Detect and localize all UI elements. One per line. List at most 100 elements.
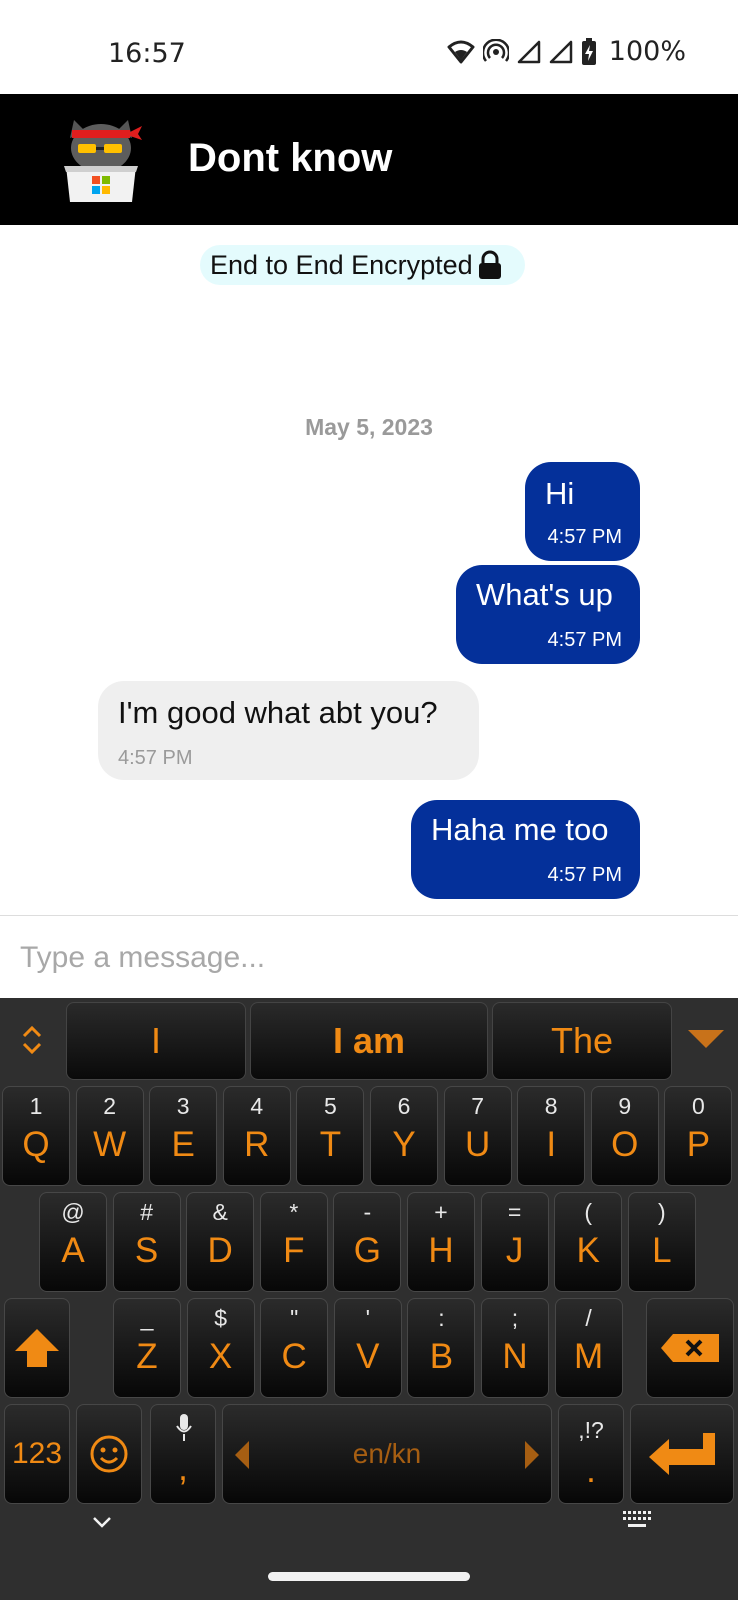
encryption-badge: End to End Encrypted xyxy=(200,245,525,285)
key-secondary-label: @ xyxy=(61,1199,85,1225)
key-primary-label: V xyxy=(356,1337,380,1376)
key-k[interactable]: (K xyxy=(554,1192,623,1292)
key-l[interactable]: ) L xyxy=(627,1192,696,1292)
key-d[interactable]: & D xyxy=(186,1192,255,1292)
key-h[interactable]: + H xyxy=(407,1192,475,1292)
key-w[interactable]: 2W xyxy=(75,1086,144,1186)
key-secondary-label: ' xyxy=(365,1305,370,1331)
key-primary-label: G xyxy=(353,1231,381,1270)
key-o[interactable]: 9O xyxy=(590,1086,659,1186)
battery-charging-icon xyxy=(581,37,596,65)
key-s[interactable]: # S xyxy=(112,1192,181,1292)
status-bar: 16:57 100% xyxy=(0,0,738,94)
key-secondary-label: & xyxy=(212,1199,228,1225)
key-primary-label: O xyxy=(611,1125,639,1164)
key-primary-label: I xyxy=(546,1125,557,1164)
suggestion-bar: I I am The xyxy=(0,998,738,1082)
key-secondary-label: 8 xyxy=(544,1093,558,1119)
key-secondary-label: ( xyxy=(584,1199,593,1225)
key-secondary-label: " xyxy=(290,1305,299,1331)
message-time: 4:57 PM xyxy=(547,864,622,886)
punctuation-secondary: ,!? xyxy=(578,1417,604,1443)
key-y[interactable]: 6Y xyxy=(370,1086,438,1186)
suggestion-2[interactable]: I am xyxy=(250,1002,488,1080)
key-primary-label: E xyxy=(171,1125,195,1164)
suggestion-3[interactable]: The xyxy=(492,1002,672,1080)
key-j[interactable]: = J xyxy=(480,1192,549,1292)
key-x[interactable]: $ X xyxy=(186,1298,255,1398)
navigation-bar xyxy=(0,1480,738,1600)
key-e[interactable]: 3E xyxy=(149,1086,218,1186)
key-secondary-label: _ xyxy=(140,1305,154,1331)
key-primary-label: Y xyxy=(392,1125,416,1164)
key-primary-label: B xyxy=(429,1337,454,1376)
key-primary-label: L xyxy=(652,1231,672,1270)
lock-icon xyxy=(478,250,501,279)
signal-icon xyxy=(517,40,541,63)
key-secondary-label: $ xyxy=(214,1305,227,1331)
shift-key[interactable] xyxy=(4,1298,70,1398)
soft-keyboard: I I am The 1Q2W3E4R5T6Y7U8I9O0P @ A # S & D * F… xyxy=(0,998,738,1600)
expand-suggestions-icon[interactable] xyxy=(20,1024,44,1056)
message-text: Haha me too xyxy=(431,812,609,847)
key-u[interactable]: 7U xyxy=(443,1086,512,1186)
key-c[interactable]: " C xyxy=(260,1298,329,1398)
key-b[interactable]: :B xyxy=(407,1298,476,1398)
key-secondary-label: : xyxy=(438,1305,445,1331)
encryption-label: End to End Encrypted xyxy=(210,249,473,280)
status-time: 16:57 xyxy=(108,38,186,69)
key-primary-label: D xyxy=(207,1231,233,1270)
key-secondary-label: * xyxy=(289,1199,299,1225)
key-t[interactable]: 5T xyxy=(296,1086,365,1186)
enter-icon xyxy=(649,1433,715,1475)
battery-percent: 100% xyxy=(608,36,686,67)
key-a[interactable]: @ A xyxy=(39,1192,107,1292)
wifi-icon xyxy=(447,40,475,63)
key-primary-label: T xyxy=(319,1125,342,1164)
key-secondary-label: 4 xyxy=(250,1093,264,1119)
home-gesture-bar[interactable] xyxy=(268,1572,470,1581)
key-m[interactable]: / M xyxy=(554,1298,623,1398)
keyboard-switch-icon[interactable] xyxy=(622,1510,652,1530)
message-time: 4:57 PM xyxy=(118,747,193,769)
chat-title[interactable]: Dont know xyxy=(188,136,392,181)
key-secondary-label: - xyxy=(363,1199,372,1225)
key-q[interactable]: 1Q xyxy=(2,1086,70,1186)
key-f[interactable]: * F xyxy=(259,1192,328,1292)
backspace-key[interactable] xyxy=(646,1298,734,1398)
key-r[interactable]: 4R xyxy=(222,1086,291,1186)
key-n[interactable]: ; N xyxy=(481,1298,549,1398)
key-primary-label: W xyxy=(93,1125,127,1164)
hide-keyboard-icon[interactable] xyxy=(92,1516,112,1530)
key-secondary-label: 7 xyxy=(471,1093,484,1119)
message-input[interactable] xyxy=(18,932,712,984)
key-p[interactable]: 0P xyxy=(664,1086,733,1186)
date-separator: May 5, 2023 xyxy=(305,414,433,440)
key-primary-label: M xyxy=(574,1337,604,1376)
message-text: What's up xyxy=(476,577,613,612)
key-primary-label: U xyxy=(464,1125,491,1164)
key-primary-label: S xyxy=(134,1231,159,1270)
message-time: 4:57 PM xyxy=(547,629,622,651)
message-bubble-incoming[interactable]: I'm good what abt you? 4:57 PM xyxy=(98,681,479,780)
message-bubble-outgoing[interactable]: What's up 4:57 PM xyxy=(456,565,640,664)
chat-header: Dont know xyxy=(0,94,738,225)
message-bubble-outgoing[interactable]: Haha me too 4:57 PM xyxy=(411,800,640,899)
key-primary-label: Z xyxy=(136,1337,158,1376)
ninja-cat-icon[interactable] xyxy=(60,116,142,202)
key-secondary-label: / xyxy=(585,1305,592,1331)
hotspot-icon xyxy=(482,38,509,62)
key-secondary-label: = xyxy=(507,1199,522,1225)
key-g[interactable]: -G xyxy=(333,1192,402,1292)
key-z[interactable]: _ Z xyxy=(113,1298,181,1398)
suggestion-1[interactable]: I xyxy=(66,1002,246,1080)
message-composer xyxy=(0,915,738,999)
key-secondary-label: # xyxy=(140,1199,153,1225)
key-i[interactable]: 8I xyxy=(517,1086,586,1186)
collapse-suggestions-icon[interactable] xyxy=(688,1030,724,1050)
message-bubble-outgoing[interactable]: Hi 4:57 PM xyxy=(525,462,640,561)
key-v[interactable]: ' V xyxy=(333,1298,402,1398)
backspace-icon xyxy=(661,1334,719,1362)
key-primary-label: H xyxy=(428,1231,454,1270)
key-secondary-label: ) xyxy=(657,1199,666,1225)
